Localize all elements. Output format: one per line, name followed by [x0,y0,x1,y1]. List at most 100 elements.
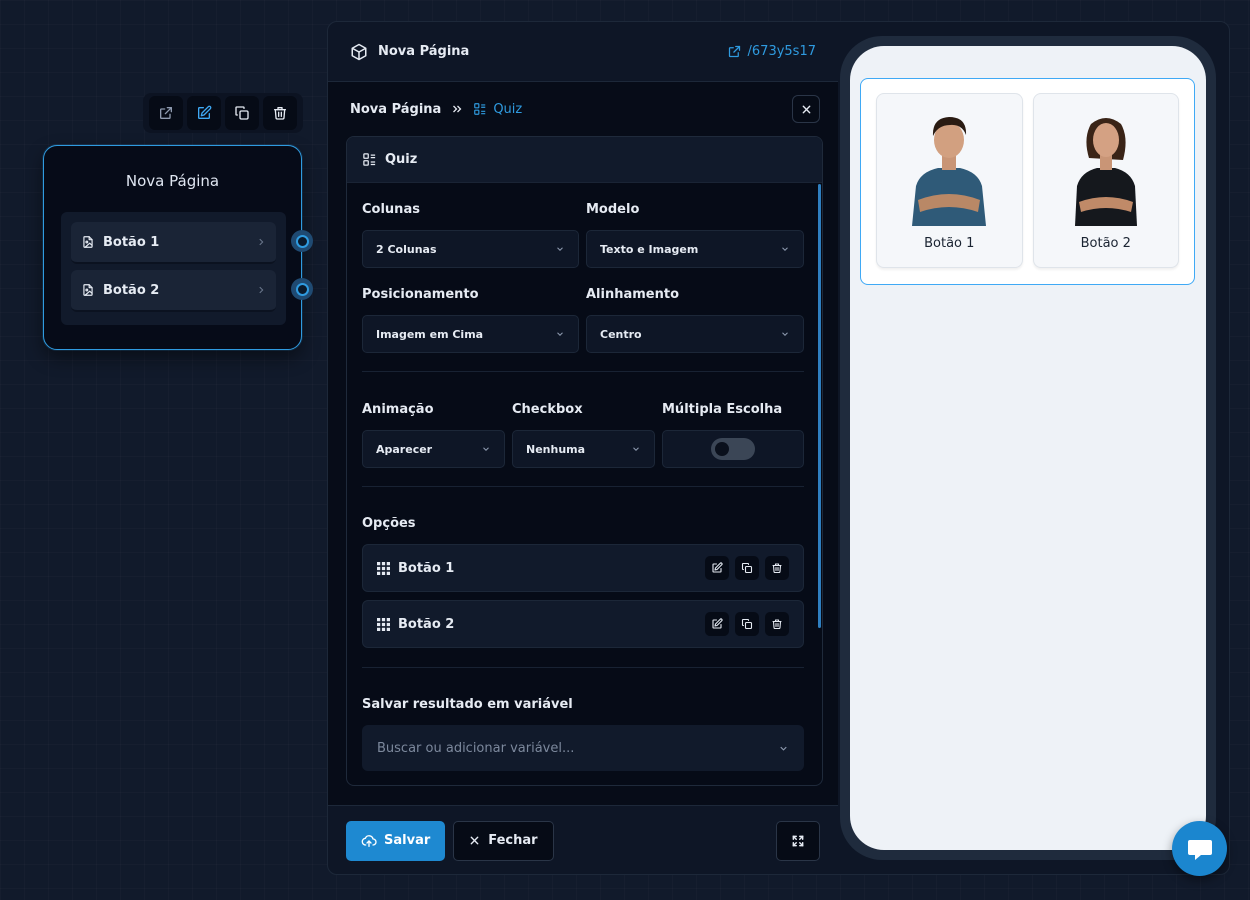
panel-title: Nova Página [378,44,470,59]
image-file-icon [81,235,95,249]
multipla-escolha-label: Múltipla Escolha [662,402,783,417]
animacao-value: Aparecer [376,442,433,456]
image-file-icon [81,283,95,297]
close-icon[interactable] [792,95,820,123]
copy-icon[interactable] [735,612,759,636]
quiz-section-header: Quiz [347,137,822,183]
close-label: Fechar [488,833,538,848]
external-link-icon [727,44,742,59]
modelo-label: Modelo [586,202,640,217]
chevron-down-icon [780,244,790,254]
option-row[interactable]: Botão 2 [362,600,804,648]
modelo-select[interactable]: Texto e Imagem [586,230,804,268]
colunas-select[interactable]: 2 Colunas [362,230,579,268]
animacao-select[interactable]: Aparecer [362,430,505,468]
close-button[interactable]: Fechar [453,820,554,861]
variavel-label: Salvar resultado em variável [362,697,573,712]
drag-grid-icon[interactable] [377,561,390,575]
option-row[interactable]: Botão 1 [362,544,804,592]
option-actions [705,556,789,580]
variable-search-input[interactable]: Buscar ou adicionar variável... [362,725,804,771]
trash-icon[interactable] [263,96,297,130]
multipla-escolha-toggle[interactable] [711,438,755,460]
edit-icon[interactable] [705,556,729,580]
node-item[interactable]: Botão 2 [71,270,276,312]
alinhamento-select[interactable]: Centro [586,315,804,353]
copy-icon[interactable] [225,96,259,130]
save-button[interactable]: Salvar [346,820,446,861]
checkbox-select[interactable]: Nenhuma [512,430,655,468]
edit-icon[interactable] [187,96,221,130]
posicionamento-value: Imagem em Cima [376,327,484,341]
alinhamento-value: Centro [600,327,642,341]
quiz-option-card[interactable]: Botão 2 [1032,93,1179,268]
chevron-down-icon [555,329,565,339]
node-items-container: Botão 1 Botão 2 [61,212,286,325]
chevron-right-icon [256,237,266,247]
chevron-down-icon [631,444,641,454]
panel-footer: Salvar Fechar [328,805,838,875]
option-actions [705,612,789,636]
cube-icon [350,43,368,61]
copy-icon[interactable] [735,556,759,580]
phone-screen: Botão 1 Botão 2 [850,46,1206,850]
settings-column: Nova Página Quiz Quiz Colunas 2 Colunas … [328,82,838,805]
close-icon [469,835,480,846]
chevron-down-icon [555,244,565,254]
page-node-card[interactable]: Nova Página Botão 1 Botão 2 [43,145,313,350]
double-chevron-icon [451,103,463,115]
option-label: Botão 1 [398,560,455,576]
trash-icon[interactable] [765,612,789,636]
expand-icon[interactable] [776,820,820,861]
divider [362,371,804,372]
node-title: Nova Página [125,172,220,190]
multipla-escolha-field [662,430,804,468]
node-toolbar [143,93,303,133]
option-caption: Botão 1 [924,236,975,251]
divider [362,667,804,668]
posicionamento-select[interactable]: Imagem em Cima [362,315,579,353]
quiz-list-icon [473,102,487,116]
panel-header: Nova Página /673y5s17 [328,22,838,82]
colunas-value: 2 Colunas [376,242,437,256]
option-label: Botão 2 [398,616,455,632]
checkbox-label: Checkbox [512,402,583,417]
person-photo [904,108,994,226]
phone-preview: Botão 1 Botão 2 [840,36,1216,860]
chat-icon [1187,837,1213,861]
colunas-label: Colunas [362,202,420,217]
quiz-option-card[interactable]: Botão 1 [876,93,1023,268]
alinhamento-label: Alinhamento [586,287,680,302]
quiz-list-icon [362,152,377,167]
page-link[interactable]: /673y5s17 [727,44,816,59]
node-item-label: Botão 2 [103,282,160,298]
breadcrumb-parent[interactable]: Nova Página [350,102,441,117]
chevron-down-icon [481,444,491,454]
output-connector[interactable] [291,230,313,252]
drag-grid-icon[interactable] [377,617,390,631]
divider [362,486,804,487]
quiz-preview[interactable]: Botão 1 Botão 2 [860,78,1195,285]
checkbox-value: Nenhuma [526,442,586,456]
external-link-icon[interactable] [149,96,183,130]
node-item[interactable]: Botão 1 [71,222,276,264]
animacao-label: Animação [362,402,434,417]
chat-support-button[interactable] [1172,821,1227,876]
scrollbar[interactable] [818,184,821,628]
cloud-upload-icon [361,833,377,849]
variable-placeholder: Buscar ou adicionar variável... [377,740,575,756]
save-label: Salvar [384,833,431,848]
breadcrumb: Nova Página Quiz [350,96,522,122]
modelo-value: Texto e Imagem [600,242,699,256]
posicionamento-label: Posicionamento [362,287,479,302]
breadcrumb-current-label: Quiz [493,101,523,117]
trash-icon[interactable] [765,556,789,580]
opcoes-label: Opções [362,516,416,531]
chevron-right-icon [256,285,266,295]
quiz-section-title: Quiz [385,152,418,167]
breadcrumb-current: Quiz [473,102,522,117]
node-item-label: Botão 1 [103,234,160,250]
quiz-settings: Quiz Colunas 2 Colunas Modelo Texto e Im… [346,136,823,786]
output-connector[interactable] [291,278,313,300]
edit-icon[interactable] [705,612,729,636]
